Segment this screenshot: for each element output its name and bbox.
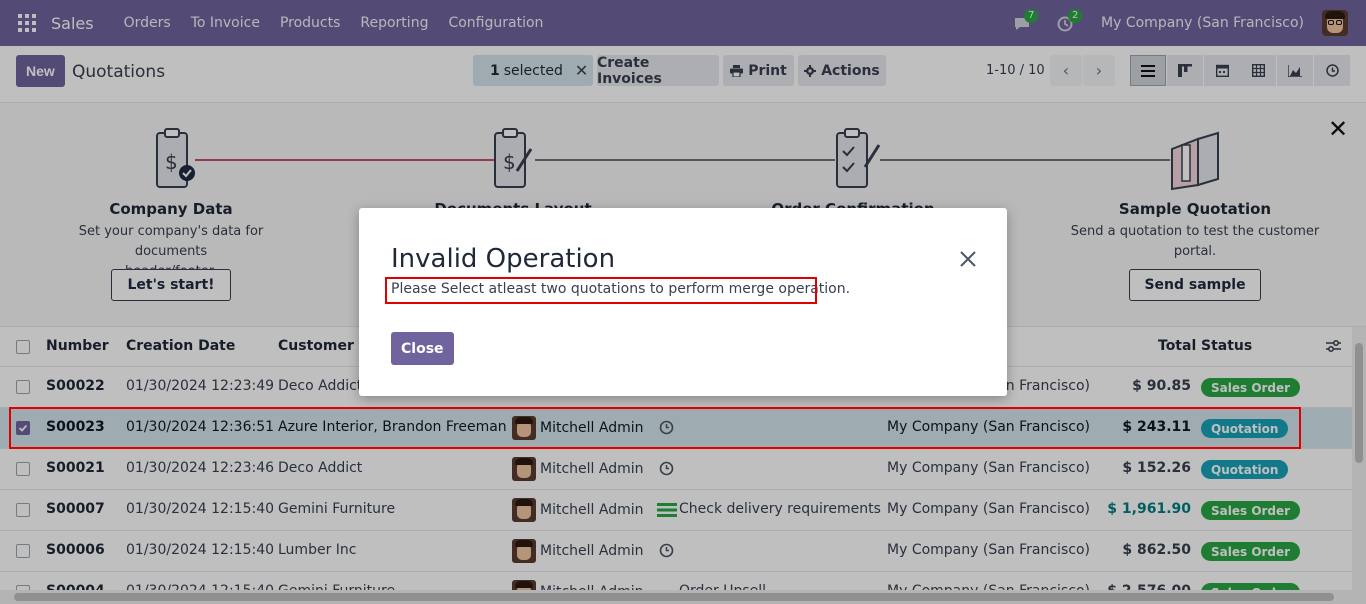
close-icon[interactable] bbox=[957, 248, 979, 270]
highlight-message bbox=[385, 277, 817, 304]
highlight-selected-row bbox=[9, 407, 1301, 449]
dialog-title: Invalid Operation bbox=[391, 244, 616, 274]
close-button[interactable]: Close bbox=[391, 332, 454, 365]
